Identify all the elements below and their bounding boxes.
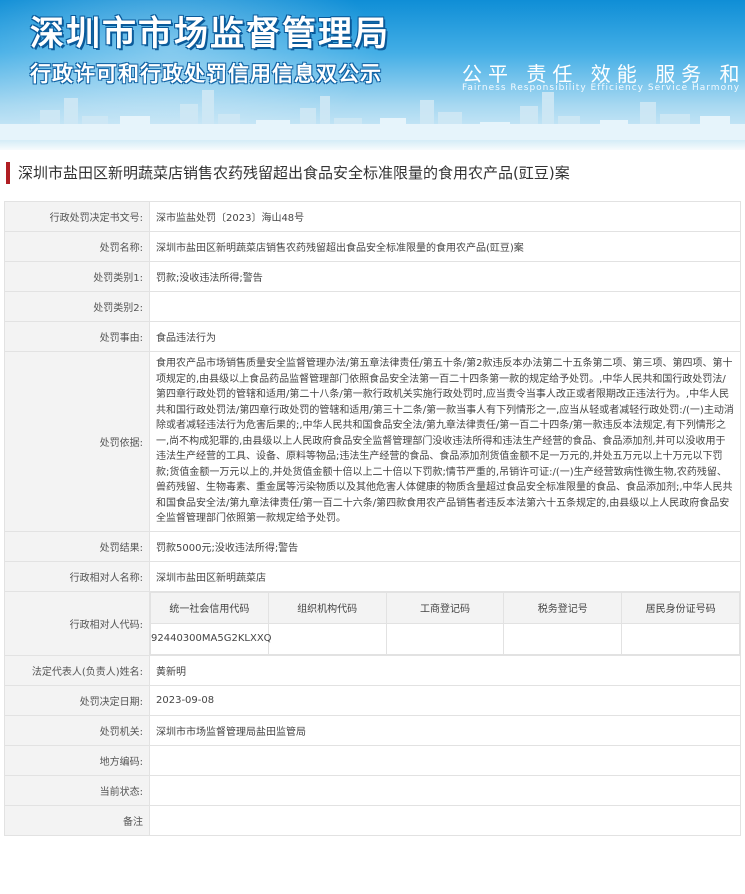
code-value-org bbox=[267, 622, 387, 655]
result-label: 处罚结果: bbox=[4, 530, 150, 562]
category2-label: 处罚类别2: bbox=[4, 291, 150, 322]
decision-date-value: 2023-09-08 bbox=[149, 684, 741, 716]
table-row: 处罚事由: 食品违法行为 bbox=[4, 321, 741, 352]
code-value-tax bbox=[503, 622, 623, 655]
table-row: 处罚结果: 罚款5000元;没收违法所得;警告 bbox=[4, 530, 741, 562]
table-row: 处罚机关: 深圳市市场监督管理局盐田监管局 bbox=[4, 714, 741, 746]
site-subtitle: 行政许可和行政处罚信用信息双公示 bbox=[30, 62, 382, 86]
table-row: 处罚依据: 食用农产品市场销售质量安全监督管理办法/第五章法律责任/第五十条/第… bbox=[4, 351, 741, 532]
party-name-label: 行政相对人名称: bbox=[4, 560, 150, 592]
code-header-business: 工商登记码 bbox=[385, 591, 505, 624]
category1-value: 罚款;没收违法所得;警告 bbox=[149, 261, 741, 292]
party-name-value: 深圳市盐田区新明蔬菜店 bbox=[149, 560, 741, 592]
code-value-credit: 92440300MA5G2KLXXQ bbox=[150, 622, 272, 655]
result-value: 罚款5000元;没收违法所得;警告 bbox=[149, 530, 741, 562]
party-code-table: 统一社会信用代码 组织机构代码 工商登记码 税务登记号 居民身份证号码 9244… bbox=[150, 591, 740, 655]
party-code-cell: 统一社会信用代码 组织机构代码 工商登记码 税务登记号 居民身份证号码 9244… bbox=[149, 590, 741, 656]
decision-no-label: 行政处罚决定书文号: bbox=[4, 201, 150, 232]
code-header-org: 组织机构代码 bbox=[267, 591, 387, 624]
table-row: 行政相对人代码: 统一社会信用代码 组织机构代码 工商登记码 税务登记号 居民身… bbox=[4, 590, 741, 656]
table-row: 法定代表人(负责人)姓名: 黄新明 bbox=[4, 654, 741, 686]
region-code-label: 地方编码: bbox=[4, 744, 150, 776]
table-row: 备注 bbox=[4, 804, 741, 836]
decision-no-value: 深市监盐处罚〔2023〕海山48号 bbox=[149, 201, 741, 232]
remark-value bbox=[149, 804, 741, 836]
reason-value: 食品违法行为 bbox=[149, 321, 741, 352]
reason-label: 处罚事由: bbox=[4, 321, 150, 352]
authority-label: 处罚机关: bbox=[4, 714, 150, 746]
table-row: 处罚类别1: 罚款;没收违法所得;警告 bbox=[4, 261, 741, 292]
code-header-id: 居民身份证号码 bbox=[621, 591, 740, 624]
status-value bbox=[149, 774, 741, 806]
case-title: 深圳市盐田区新明蔬菜店销售农药残留超出食品安全标准限量的食用农产品(豇豆)案 bbox=[6, 162, 741, 184]
table-row: 行政相对人名称: 深圳市盐田区新明蔬菜店 bbox=[4, 560, 741, 592]
legal-rep-label: 法定代表人(负责人)姓名: bbox=[4, 654, 150, 686]
basis-label: 处罚依据: bbox=[4, 351, 150, 532]
table-row: 行政处罚决定书文号: 深市监盐处罚〔2023〕海山48号 bbox=[4, 201, 741, 232]
code-header-tax: 税务登记号 bbox=[503, 591, 623, 624]
authority-value: 深圳市市场监督管理局盐田监管局 bbox=[149, 714, 741, 746]
code-header-credit: 统一社会信用代码 bbox=[150, 591, 269, 624]
basis-value: 食用农产品市场销售质量安全监督管理办法/第五章法律责任/第五十条/第2款违反本办… bbox=[149, 351, 741, 532]
code-value-id bbox=[621, 622, 740, 655]
header-banner: 深圳市市场监督管理局 行政许可和行政处罚信用信息双公示 公平 责任 效能 服务 … bbox=[0, 0, 745, 150]
category1-label: 处罚类别1: bbox=[4, 261, 150, 292]
table-row: 处罚名称: 深圳市盐田区新明蔬菜店销售农药残留超出食品安全标准限量的食用农产品(… bbox=[4, 231, 741, 262]
region-code-value bbox=[149, 744, 741, 776]
decision-date-label: 处罚决定日期: bbox=[4, 684, 150, 716]
case-name-value: 深圳市盐田区新明蔬菜店销售农药残留超出食品安全标准限量的食用农产品(豇豆)案 bbox=[149, 231, 741, 262]
code-value-business bbox=[385, 622, 505, 655]
status-label: 当前状态: bbox=[4, 774, 150, 806]
legal-rep-value: 黄新明 bbox=[149, 654, 741, 686]
party-code-label: 行政相对人代码: bbox=[4, 590, 150, 656]
party-code-value-row: 92440300MA5G2KLXXQ bbox=[150, 622, 740, 655]
penalty-info-table: 行政处罚决定书文号: 深市监盐处罚〔2023〕海山48号 处罚名称: 深圳市盐田… bbox=[4, 201, 741, 836]
category2-value bbox=[149, 291, 741, 322]
remark-label: 备注 bbox=[4, 804, 150, 836]
table-row: 地方编码: bbox=[4, 744, 741, 776]
table-row: 处罚决定日期: 2023-09-08 bbox=[4, 684, 741, 716]
slogan-english: Fairness Responsibility Efficiency Servi… bbox=[462, 83, 741, 93]
party-code-header-row: 统一社会信用代码 组织机构代码 工商登记码 税务登记号 居民身份证号码 bbox=[150, 591, 740, 624]
table-row: 处罚类别2: bbox=[4, 291, 741, 322]
agency-title: 深圳市市场监督管理局 bbox=[30, 14, 390, 54]
banner-ground bbox=[0, 140, 745, 150]
table-row: 当前状态: bbox=[4, 774, 741, 806]
case-name-label: 处罚名称: bbox=[4, 231, 150, 262]
